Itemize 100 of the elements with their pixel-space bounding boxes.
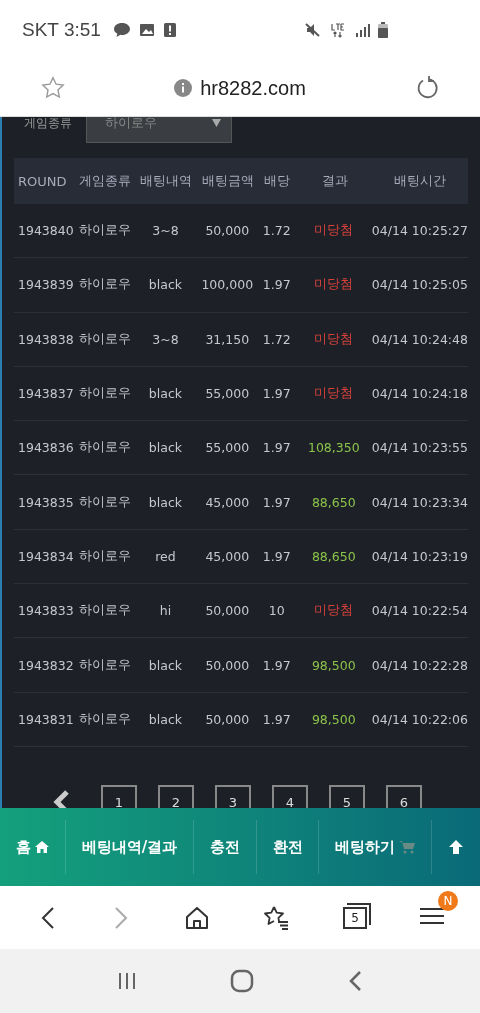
- table-cell-text: 하이로우: [77, 493, 132, 511]
- table-cell-text: 1943835: [17, 494, 75, 510]
- table-cell-text: 하이로우: [77, 547, 132, 565]
- table-cell-text: 미당첨: [313, 602, 355, 620]
- table-cell-text: 1.97: [261, 548, 292, 564]
- table-cell: 04/14 10:25:27: [371, 223, 468, 239]
- url-text[interactable]: hr8282.com: [200, 76, 306, 100]
- lte-icon: [330, 22, 346, 38]
- table-cell-text: 1943834: [17, 548, 75, 564]
- table-cell-text: 45,000: [204, 494, 251, 510]
- bookmarks-icon[interactable]: [262, 904, 291, 931]
- table-cell-text: 하이로우: [77, 276, 132, 294]
- table-cell-text: 1943833: [17, 603, 75, 619]
- table-cell-text: 50,000: [204, 711, 251, 727]
- table-cell-text: 98,500: [310, 711, 357, 727]
- table-cell-text: 1.97: [261, 657, 292, 673]
- table-cell-text: 하이로우: [77, 602, 132, 620]
- table-cell: 04/14 10:23:55: [371, 440, 468, 456]
- table-cell-text: 55,000: [204, 386, 251, 402]
- table-cell-text: 하이로우: [77, 385, 132, 403]
- table-cell: 04/14 10:23:19: [371, 548, 468, 564]
- table-cell-text: 1.97: [261, 711, 292, 727]
- table-cell-text: 1943832: [17, 657, 75, 673]
- table-cell-text: 1943838: [17, 331, 75, 347]
- table-cell-text: 88,650: [310, 494, 357, 510]
- table-cell-text: 98,500: [310, 657, 357, 673]
- table-cell-text: 50,000: [204, 657, 251, 673]
- table-cell-text: 1943837: [17, 386, 75, 402]
- table-cell: 04/14 10:23:34: [371, 494, 468, 510]
- nav-button[interactable]: 베팅내역/결과: [64, 820, 193, 874]
- tabs-button[interactable]: 5: [343, 906, 368, 929]
- nav-button[interactable]: 베팅하기: [318, 820, 432, 874]
- image-icon: [138, 22, 155, 38]
- column-header: 배팅내역: [138, 172, 193, 190]
- table-cell: 04/14 10:22:06: [371, 711, 468, 727]
- recent-apps-icon[interactable]: [116, 971, 137, 991]
- table-cell-text: 하이로우: [77, 222, 132, 240]
- status-time: SKT 3:51: [22, 19, 101, 41]
- table-cell-text: black: [147, 494, 184, 510]
- arrow-up-icon: [448, 839, 465, 855]
- table-cell-text: 45,000: [204, 548, 251, 564]
- table-cell: 04/14 10:24:48: [371, 331, 468, 347]
- table-cell-text: 1943831: [17, 711, 75, 727]
- table-cell-text: 1943836: [17, 440, 75, 456]
- column-header: 결과: [320, 172, 349, 190]
- table-cell-text: 하이로우: [77, 439, 132, 457]
- table-cell-text: hi: [158, 603, 173, 619]
- star-icon[interactable]: [40, 75, 66, 101]
- table-cell-text: 하이로우: [77, 710, 132, 728]
- table-cell-text: 1.97: [261, 494, 292, 510]
- table-cell-text: black: [147, 711, 184, 727]
- table-cell-text: 1.72: [261, 223, 292, 239]
- table-cell-text: red: [154, 548, 177, 564]
- table-cell-text: 50,000: [204, 603, 251, 619]
- table-cell-text: 55,000: [204, 440, 251, 456]
- filter-label: 게임종류: [24, 117, 72, 132]
- column-header: 배팅금액: [200, 172, 255, 190]
- table-cell-text: 10: [267, 603, 286, 619]
- table-cell-text: 3~8: [151, 331, 180, 347]
- column-header: 배팅시간: [393, 172, 448, 190]
- home-button-icon[interactable]: [230, 969, 254, 993]
- table-cell-text: 하이로우: [77, 330, 132, 348]
- home-icon: [34, 841, 49, 853]
- table-cell: 04/14 10:22:28: [371, 657, 468, 673]
- table-cell: 04/14 10:25:05: [371, 277, 468, 293]
- table-cell: 04/14 10:22:54: [371, 603, 468, 619]
- notification-badge: N: [438, 890, 458, 911]
- table-cell-text: 3~8: [151, 223, 180, 239]
- table-cell-text: black: [147, 657, 184, 673]
- table-cell-text: 1943839: [17, 277, 75, 293]
- mute-icon: [304, 22, 322, 38]
- table-cell: 04/14 10:24:18: [371, 386, 468, 402]
- table-cell-text: black: [147, 277, 184, 293]
- table-cell-text: 108,350: [306, 440, 361, 456]
- table-cell-text: 1.97: [261, 440, 292, 456]
- table-cell-text: 미당첨: [313, 276, 355, 294]
- table-cell-text: black: [147, 440, 184, 456]
- table-cell-text: 1.72: [261, 331, 292, 347]
- info-icon[interactable]: [174, 79, 193, 97]
- chat-icon: [112, 22, 131, 38]
- caret-icon: [212, 119, 221, 127]
- table-cell-text: 1943840: [17, 223, 75, 239]
- nav-button[interactable]: 환전: [255, 820, 319, 874]
- signal-icon: [354, 22, 370, 38]
- table-cell-text: 미당첨: [313, 330, 355, 348]
- alert-icon: [162, 22, 177, 38]
- table-cell-text: 미당첨: [313, 385, 355, 403]
- table-cell-text: 88,650: [310, 548, 357, 564]
- table-cell-text: 미당첨: [313, 222, 355, 240]
- table-cell-text: 50,000: [204, 223, 251, 239]
- column-header: ROUND: [17, 173, 68, 189]
- table-cell-text: 100,000: [200, 277, 255, 293]
- table-cell-text: 31,150: [204, 331, 251, 347]
- chevron-left-icon[interactable]: [52, 788, 72, 808]
- table-cell-text: black: [147, 386, 184, 402]
- nav-button[interactable]: 충전: [193, 820, 256, 874]
- table-cell-text: 1.97: [261, 277, 292, 293]
- battery-icon: [378, 22, 388, 38]
- home-icon[interactable]: [183, 904, 210, 931]
- table-cell-text: 하이로우: [77, 656, 132, 674]
